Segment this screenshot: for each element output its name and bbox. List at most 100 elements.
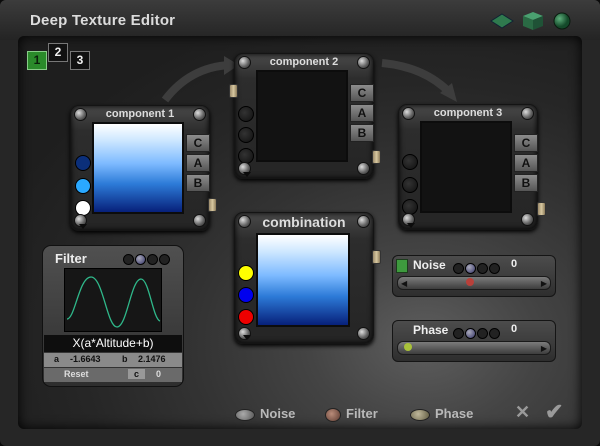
c3-button-a[interactable]: A bbox=[514, 154, 538, 172]
phase-slider[interactable]: ▶ bbox=[397, 341, 551, 355]
color-dot-yellow[interactable] bbox=[238, 265, 254, 281]
c2-button-a[interactable]: A bbox=[350, 104, 374, 122]
connector-knob-icon bbox=[229, 84, 238, 98]
noise-slider-thumb[interactable] bbox=[465, 278, 474, 286]
tab-2[interactable]: 2 bbox=[48, 43, 68, 62]
c2-button-b[interactable]: B bbox=[350, 124, 374, 142]
empty-slot[interactable] bbox=[402, 177, 418, 193]
mode-dot[interactable] bbox=[123, 254, 134, 266]
connector-knob-icon bbox=[372, 250, 381, 264]
filter-stone-icon bbox=[325, 407, 341, 422]
vent-icon bbox=[243, 172, 251, 177]
filter-params-row-2: Reset c 0 bbox=[44, 368, 182, 382]
titlebar-cube-icon[interactable] bbox=[522, 11, 544, 31]
noise-label: Noise bbox=[413, 258, 446, 272]
tab-1[interactable]: 1 bbox=[27, 51, 47, 70]
vent-icon bbox=[79, 224, 87, 229]
flow-arrow-right-icon bbox=[381, 59, 457, 102]
screw-icon bbox=[521, 213, 534, 226]
mode-dot[interactable] bbox=[453, 263, 464, 275]
bottom-noise-button[interactable]: Noise bbox=[235, 406, 295, 421]
param-c-value[interactable]: 0 bbox=[156, 369, 161, 379]
bottom-phase-label: Phase bbox=[435, 406, 474, 421]
bottom-filter-button[interactable]: Filter bbox=[325, 406, 378, 422]
bottom-phase-button[interactable]: Phase bbox=[410, 406, 473, 421]
noise-slider[interactable]: ◀ ▶ bbox=[397, 276, 551, 290]
component-3-preview[interactable] bbox=[420, 121, 512, 213]
color-dot-blue[interactable] bbox=[238, 287, 254, 303]
bottom-filter-label: Filter bbox=[346, 406, 378, 421]
component-1-preview[interactable] bbox=[92, 122, 184, 214]
screw-icon bbox=[357, 56, 370, 69]
mode-dot[interactable] bbox=[135, 254, 146, 266]
c1-button-b[interactable]: B bbox=[186, 174, 210, 192]
combination-title: combination bbox=[262, 214, 346, 230]
param-b-value[interactable]: 2.1476 bbox=[138, 354, 166, 364]
connector-knob-icon bbox=[537, 202, 546, 216]
connector-knob-icon bbox=[208, 198, 217, 212]
connector-knob-icon bbox=[372, 150, 381, 164]
color-dot-dark-blue[interactable] bbox=[75, 155, 91, 171]
title-bar: Deep Texture Editor bbox=[0, 0, 600, 40]
noise-enabled-indicator[interactable] bbox=[396, 259, 408, 273]
param-a-label: a bbox=[54, 354, 60, 364]
component-2-title: component 2 bbox=[269, 56, 339, 68]
close-icon[interactable]: ✕ bbox=[515, 402, 530, 423]
phase-slider-thumb[interactable] bbox=[403, 343, 412, 351]
component-1-title: component 1 bbox=[105, 108, 175, 120]
mode-dot[interactable] bbox=[147, 254, 158, 266]
screw-icon bbox=[402, 107, 415, 120]
color-dot-red[interactable] bbox=[238, 309, 254, 325]
app-window: Deep Texture Editor 1 2 3 component 1 C bbox=[0, 0, 600, 446]
screw-icon bbox=[357, 162, 370, 175]
phase-stone-icon bbox=[410, 408, 430, 421]
mode-dot[interactable] bbox=[477, 263, 488, 275]
mode-dot[interactable] bbox=[453, 328, 464, 340]
vent-icon bbox=[407, 223, 415, 228]
vent-icon bbox=[243, 335, 251, 340]
c2-button-c[interactable]: C bbox=[350, 84, 374, 102]
phase-value: 0 bbox=[511, 323, 518, 335]
check-icon[interactable]: ✔ bbox=[545, 399, 563, 425]
empty-slot[interactable] bbox=[402, 154, 418, 170]
slider-right-arrow-icon[interactable]: ▶ bbox=[541, 344, 547, 353]
mode-dot[interactable] bbox=[477, 328, 488, 340]
titlebar-diamond-icon[interactable] bbox=[490, 13, 514, 29]
filter-params-row: a -1.6643 b 2.1476 bbox=[44, 353, 182, 367]
c1-button-a[interactable]: A bbox=[186, 154, 210, 172]
mode-dot[interactable] bbox=[465, 263, 476, 275]
screw-icon bbox=[238, 56, 251, 69]
bottom-noise-label: Noise bbox=[260, 406, 296, 421]
tab-3[interactable]: 3 bbox=[70, 51, 90, 70]
filter-mode-dots[interactable] bbox=[123, 251, 171, 269]
phase-slider-panel: Phase 0 ▶ bbox=[392, 320, 556, 362]
screw-icon bbox=[357, 215, 370, 228]
color-dot-light-blue[interactable] bbox=[75, 178, 91, 194]
flow-arrow-left-icon bbox=[161, 56, 239, 103]
screw-icon bbox=[357, 327, 370, 340]
phase-label: Phase bbox=[413, 323, 449, 337]
combination-preview[interactable] bbox=[256, 233, 350, 327]
filter-curve-icon bbox=[66, 276, 161, 328]
reset-button[interactable]: Reset bbox=[64, 369, 89, 379]
mode-dot[interactable] bbox=[489, 328, 500, 340]
component-3-title: component 3 bbox=[433, 107, 503, 119]
empty-slot[interactable] bbox=[238, 106, 254, 122]
screw-icon bbox=[74, 108, 87, 121]
mode-dot[interactable] bbox=[465, 328, 476, 340]
component-1-panel: component 1 C A B bbox=[70, 105, 210, 231]
mode-dot[interactable] bbox=[489, 263, 500, 275]
mode-dot[interactable] bbox=[159, 254, 170, 266]
slider-left-arrow-icon[interactable]: ◀ bbox=[401, 279, 407, 288]
filter-formula[interactable]: X(a*Altitude+b) bbox=[44, 335, 182, 352]
c3-button-c[interactable]: C bbox=[514, 134, 538, 152]
c3-button-b[interactable]: B bbox=[514, 174, 538, 192]
window-title: Deep Texture Editor bbox=[30, 12, 176, 29]
slider-right-arrow-icon[interactable]: ▶ bbox=[541, 279, 547, 288]
param-a-value[interactable]: -1.6643 bbox=[70, 354, 101, 364]
titlebar-sphere-icon[interactable] bbox=[553, 12, 571, 30]
component-2-preview[interactable] bbox=[256, 70, 348, 162]
c1-button-c[interactable]: C bbox=[186, 134, 210, 152]
empty-slot[interactable] bbox=[238, 127, 254, 143]
combination-panel: combination bbox=[234, 212, 374, 344]
